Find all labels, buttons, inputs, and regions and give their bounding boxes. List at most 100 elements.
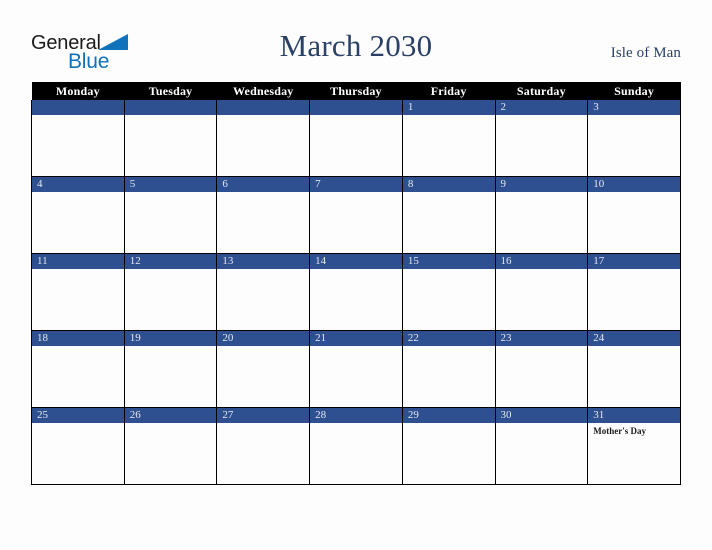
weekday-header-friday: Friday — [402, 82, 496, 100]
weekday-header-sunday: Sunday — [587, 82, 681, 100]
calendar-day-cell[interactable]: 3 — [587, 100, 681, 177]
calendar-day-cell[interactable]: 24 — [587, 330, 681, 408]
calendar-week-row: 123 — [31, 100, 681, 177]
day-number — [217, 100, 310, 115]
day-events — [217, 115, 309, 118]
calendar-day-cell[interactable]: 17 — [587, 253, 681, 331]
day-events — [403, 192, 495, 195]
day-events — [125, 115, 217, 118]
day-events — [217, 192, 309, 195]
day-number: 27 — [217, 408, 310, 423]
calendar-day-cell[interactable]: 26 — [123, 407, 218, 485]
calendar-day-cell[interactable]: 13 — [216, 253, 311, 331]
day-number: 18 — [32, 331, 124, 346]
day-number: 2 — [495, 100, 588, 115]
calendar-day-cell[interactable]: 18 — [31, 330, 125, 408]
calendar-day-cell[interactable]: 10 — [587, 176, 681, 254]
calendar-empty-cell[interactable] — [123, 100, 218, 177]
calendar-empty-cell[interactable] — [31, 100, 125, 177]
calendar-day-cell[interactable]: 8 — [401, 176, 496, 254]
day-events — [125, 346, 217, 349]
calendar-day-cell[interactable]: 22 — [401, 330, 496, 408]
day-number: 5 — [124, 177, 217, 192]
calendar-day-cell[interactable]: 20 — [216, 330, 311, 408]
location-label: Isle of Man — [610, 45, 681, 61]
day-number: 11 — [32, 254, 124, 269]
calendar-day-cell[interactable]: 21 — [309, 330, 403, 408]
day-number: 12 — [124, 254, 217, 269]
page-title: March 2030 — [279, 28, 433, 63]
day-events — [125, 192, 217, 195]
day-events — [588, 115, 680, 118]
calendar-week-row: 25 26 27 28 29 30 31 Mother's Day — [31, 407, 681, 485]
day-events — [403, 423, 495, 426]
day-events — [32, 269, 124, 272]
day-events — [310, 115, 402, 118]
calendar-day-cell[interactable]: 2 — [494, 100, 589, 177]
day-number: 28 — [310, 408, 402, 423]
calendar-day-cell[interactable]: 9 — [494, 176, 589, 254]
calendar-empty-cell[interactable] — [309, 100, 403, 177]
calendar-body: 1 2 3 4 5 6 7 8 9 10 11 12 13 14 15 16 17 18 19 20 21 22 23 24 2… — [31, 100, 681, 485]
calendar-day-cell[interactable]: 27 — [216, 407, 311, 485]
holiday-label: Mother's Day — [593, 426, 646, 436]
day-events: Mother's Day — [588, 423, 680, 437]
day-number: 20 — [217, 331, 310, 346]
day-events — [588, 346, 680, 349]
day-events — [496, 423, 588, 426]
day-number: 17 — [588, 254, 680, 269]
calendar-day-cell[interactable]: 14 — [309, 253, 403, 331]
calendar-day-cell[interactable]: 29 — [401, 407, 496, 485]
calendar-day-cell[interactable]: 23 — [494, 330, 589, 408]
calendar-day-cell[interactable]: 5 — [123, 176, 218, 254]
calendar-day-cell[interactable]: 12 — [123, 253, 218, 331]
calendar-day-cell[interactable]: 15 — [401, 253, 496, 331]
day-events — [403, 346, 495, 349]
day-events — [310, 269, 402, 272]
day-events — [32, 115, 124, 118]
calendar-week-row: 18 19 20 21 22 23 24 — [31, 330, 681, 408]
day-number: 19 — [124, 331, 217, 346]
day-number: 8 — [402, 177, 495, 192]
day-events — [310, 192, 402, 195]
day-number: 30 — [495, 408, 588, 423]
day-events — [125, 423, 217, 426]
day-events — [403, 269, 495, 272]
day-events — [496, 192, 588, 195]
day-number: 24 — [588, 331, 680, 346]
day-number: 10 — [588, 177, 680, 192]
day-number: 22 — [402, 331, 495, 346]
day-events — [496, 115, 588, 118]
calendar-empty-cell[interactable] — [216, 100, 311, 177]
calendar-day-cell[interactable]: 28 — [309, 407, 403, 485]
calendar-day-cell[interactable]: 7 — [309, 176, 403, 254]
calendar-day-cell[interactable]: 16 — [494, 253, 589, 331]
day-number: 13 — [217, 254, 310, 269]
day-number: 21 — [310, 331, 402, 346]
day-number: 31 — [588, 408, 680, 423]
day-number — [124, 100, 217, 115]
calendar-day-cell[interactable]: 31 Mother's Day — [587, 407, 681, 485]
calendar-day-cell[interactable]: 6 — [216, 176, 311, 254]
day-events — [588, 269, 680, 272]
page-header: General Blue March 2030 Isle of Man — [0, 0, 712, 82]
weekday-header-monday: Monday — [31, 82, 125, 100]
day-events — [310, 346, 402, 349]
day-events — [32, 192, 124, 195]
calendar-day-cell[interactable]: 30 — [494, 407, 589, 485]
calendar-day-cell[interactable]: 11 — [31, 253, 125, 331]
day-number: 7 — [310, 177, 402, 192]
calendar-week-row: 4 5 6 7 8 9 10 — [31, 176, 681, 254]
day-events — [32, 423, 124, 426]
calendar-day-cell[interactable]: 1 — [401, 100, 496, 177]
calendar-day-cell[interactable]: 25 — [31, 407, 125, 485]
weekday-header-tuesday: Tuesday — [124, 82, 217, 100]
calendar-day-cell[interactable]: 19 — [123, 330, 218, 408]
calendar-day-cell[interactable]: 4 — [31, 176, 125, 254]
weekday-header-row: Monday Tuesday Wednesday Thursday Friday… — [31, 82, 681, 100]
day-number: 4 — [32, 177, 124, 192]
weekday-header-thursday: Thursday — [309, 82, 403, 100]
day-events — [403, 115, 495, 118]
day-number: 25 — [32, 408, 124, 423]
day-events — [217, 346, 309, 349]
